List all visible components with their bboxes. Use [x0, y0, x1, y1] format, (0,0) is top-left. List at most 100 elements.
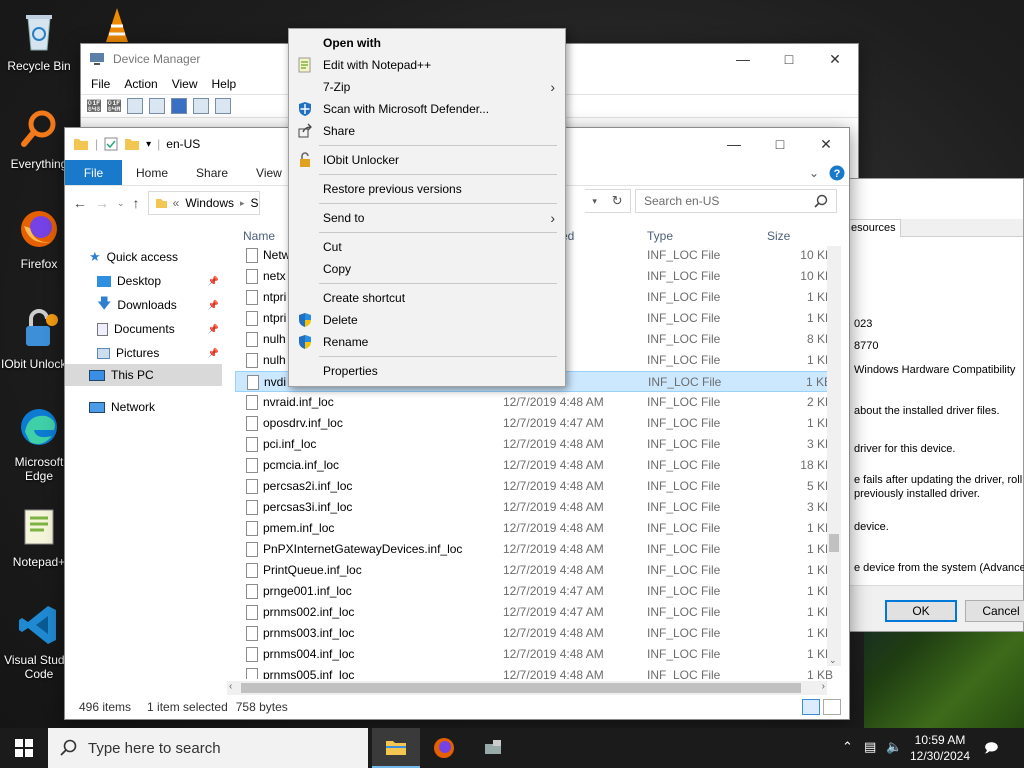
- menu-item-edit-notepad[interactable]: Edit with Notepad++: [289, 54, 565, 76]
- show-hidden-icons[interactable]: ⌃: [842, 739, 853, 755]
- table-row[interactable]: prnge001.inf_loc 12/7/2019 4:47 AM INF_LOC…: [235, 581, 833, 602]
- nav-quick-access[interactable]: ★ Quick access: [89, 246, 178, 268]
- recent-locations-icon[interactable]: ⌄: [117, 198, 125, 209]
- horizontal-scroll-thumb[interactable]: [241, 683, 801, 693]
- up-arrow-icon[interactable]: ↑: [133, 195, 140, 211]
- address-segment-windows[interactable]: Windows: [185, 196, 234, 210]
- toolbar-monitor-icon[interactable]: [215, 98, 231, 114]
- ribbon-tab-share[interactable]: Share: [182, 160, 242, 185]
- network-tray-icon[interactable]: ▤: [864, 739, 876, 755]
- taskbar-file-explorer[interactable]: [372, 728, 420, 768]
- table-row[interactable]: prnms002.inf_loc 12/7/2019 4:47 AM INF_LOC…: [235, 602, 833, 623]
- menu-item-scan-defender[interactable]: Scan with Microsoft Defender...: [289, 98, 565, 120]
- address-overflow[interactable]: «: [173, 196, 180, 210]
- nav-documents[interactable]: Documents 📌: [97, 318, 225, 340]
- nav-pictures[interactable]: Pictures 📌: [97, 342, 225, 364]
- nav-desktop[interactable]: Desktop 📌: [97, 270, 225, 292]
- table-row[interactable]: pci.inf_loc 12/7/2019 4:48 AM INF_LOC File…: [235, 434, 833, 455]
- properties-check-icon[interactable]: [104, 137, 118, 151]
- address-bar[interactable]: « Windows ▸ S: [147, 191, 260, 215]
- table-row[interactable]: percsas2i.inf_loc 12/7/2019 4:48 AM INF_LO…: [235, 476, 833, 497]
- menu-action[interactable]: Action: [124, 77, 157, 91]
- ribbon-tab-home[interactable]: Home: [122, 160, 182, 185]
- taskbar-firefox[interactable]: [420, 728, 468, 768]
- menu-item-iobit-unlocker[interactable]: IObit Unlocker: [289, 149, 565, 171]
- breadcrumb-chevron-icon[interactable]: ▸: [240, 198, 245, 209]
- toolbar-help-icon[interactable]: [171, 98, 187, 114]
- vertical-scrollbar[interactable]: ⌄: [827, 246, 841, 666]
- new-folder-icon[interactable]: [124, 137, 140, 151]
- maximize-button[interactable]: □: [757, 128, 803, 160]
- nav-network[interactable]: Network: [89, 396, 155, 418]
- menu-item-create-shortcut[interactable]: Create shortcut: [289, 287, 565, 309]
- scroll-down-icon[interactable]: ⌄: [829, 655, 837, 666]
- table-row[interactable]: prnms003.inf_loc 12/7/2019 4:48 AM INF_LOC…: [235, 623, 833, 644]
- quick-toolbar-dropdown-icon[interactable]: ▾: [146, 139, 151, 150]
- taskbar-device-manager[interactable]: [470, 728, 518, 768]
- menu-item-open-with[interactable]: Open with: [289, 32, 565, 54]
- menu-help[interactable]: Help: [212, 77, 237, 91]
- close-button[interactable]: ✕: [803, 128, 849, 160]
- search-input[interactable]: Search en-US: [644, 194, 719, 208]
- table-row[interactable]: PnPXInternetGatewayDevices.inf_loc 12/7/2…: [235, 539, 833, 560]
- taskbar-search-input[interactable]: Type here to search: [88, 740, 221, 757]
- maximize-button[interactable]: □: [766, 44, 812, 74]
- ok-button[interactable]: OK: [885, 600, 957, 622]
- horizontal-scrollbar[interactable]: ‹ ›: [227, 681, 827, 695]
- back-arrow-icon[interactable]: ←: [73, 195, 87, 211]
- nav-downloads[interactable]: 🡇 Downloads 📌: [97, 294, 225, 316]
- menu-item-7zip[interactable]: 7-Zip ›: [289, 76, 565, 98]
- taskbar-clock[interactable]: 10:59 AM 12/30/2024: [908, 732, 972, 764]
- scroll-right-icon[interactable]: ›: [822, 681, 825, 692]
- menu-file[interactable]: File: [91, 77, 110, 91]
- menu-view[interactable]: View: [172, 77, 198, 91]
- address-dropdown-icon[interactable]: ▾: [592, 196, 597, 207]
- menu-item-rename[interactable]: Rename: [289, 331, 565, 353]
- large-icons-view-icon[interactable]: [823, 699, 841, 715]
- table-row[interactable]: oposdrv.inf_loc 12/7/2019 4:47 AM INF_LOC …: [235, 413, 833, 434]
- nav-this-pc[interactable]: This PC: [65, 364, 222, 386]
- menu-item-properties[interactable]: Properties: [289, 360, 565, 382]
- pin-icon[interactable]: 📌: [208, 324, 219, 335]
- pin-icon[interactable]: 📌: [208, 276, 219, 287]
- toolbar-view-icon[interactable]: [127, 98, 143, 114]
- search-box[interactable]: Search en-US: [635, 189, 837, 213]
- taskbar-search-box[interactable]: Type here to search: [48, 728, 368, 768]
- driver-properties-dialog[interactable]: esources 023 8770 Windows Hardware Compa…: [845, 178, 1024, 632]
- pin-icon[interactable]: 📌: [208, 348, 219, 359]
- tab-resources[interactable]: esources: [846, 219, 901, 237]
- ribbon-expand-icon[interactable]: ⌄: [809, 166, 819, 180]
- menu-item-delete[interactable]: Delete: [289, 309, 565, 331]
- menu-item-send-to[interactable]: Send to ›: [289, 207, 565, 229]
- toolbar-list-icon[interactable]: [193, 98, 209, 114]
- vertical-scroll-thumb[interactable]: [829, 534, 839, 552]
- volume-icon[interactable]: 🔈: [886, 739, 902, 755]
- table-row[interactable]: pmem.inf_loc 12/7/2019 4:48 AM INF_LOC Fil…: [235, 518, 833, 539]
- forward-arrow-icon[interactable]: →: [95, 195, 109, 211]
- desktop-icon-recycle-bin[interactable]: Recycle Bin: [0, 8, 78, 73]
- table-row[interactable]: pcmcia.inf_loc 12/7/2019 4:48 AM INF_LOC F…: [235, 455, 833, 476]
- pin-icon[interactable]: 📌: [208, 300, 219, 311]
- refresh-icon[interactable]: ↻: [612, 193, 623, 209]
- cancel-button[interactable]: Cancel: [965, 600, 1024, 622]
- menu-item-copy[interactable]: Copy: [289, 258, 565, 280]
- address-segment-truncated[interactable]: S: [251, 196, 259, 210]
- scroll-left-icon[interactable]: ‹: [229, 681, 232, 692]
- menu-item-restore-versions[interactable]: Restore previous versions: [289, 178, 565, 200]
- table-row[interactable]: nvraid.inf_loc 12/7/2019 4:48 AM INF_LOC F…: [235, 392, 833, 413]
- toolbar-properties-icon[interactable]: [149, 98, 165, 114]
- help-icon[interactable]: ?: [829, 165, 845, 181]
- table-row[interactable]: prnms004.inf_loc 12/7/2019 4:48 AM INF_LOC…: [235, 644, 833, 665]
- ribbon-tab-file[interactable]: File: [65, 160, 122, 185]
- close-button[interactable]: ✕: [812, 44, 858, 74]
- menu-item-cut[interactable]: Cut: [289, 236, 565, 258]
- details-view-icon[interactable]: [802, 699, 820, 715]
- table-row[interactable]: prnms005.inf_loc 12/7/2019 4:48 AM INF_LOC…: [235, 665, 833, 679]
- back-arrow-icon[interactable]: 🡈: [87, 98, 101, 114]
- minimize-button[interactable]: —: [711, 128, 757, 160]
- start-button[interactable]: [0, 728, 48, 768]
- forward-arrow-icon[interactable]: 🡊: [107, 98, 121, 114]
- table-row[interactable]: PrintQueue.inf_loc 12/7/2019 4:48 AM INF_L…: [235, 560, 833, 581]
- notifications-icon[interactable]: 🗩: [984, 739, 998, 761]
- minimize-button[interactable]: —: [720, 44, 766, 74]
